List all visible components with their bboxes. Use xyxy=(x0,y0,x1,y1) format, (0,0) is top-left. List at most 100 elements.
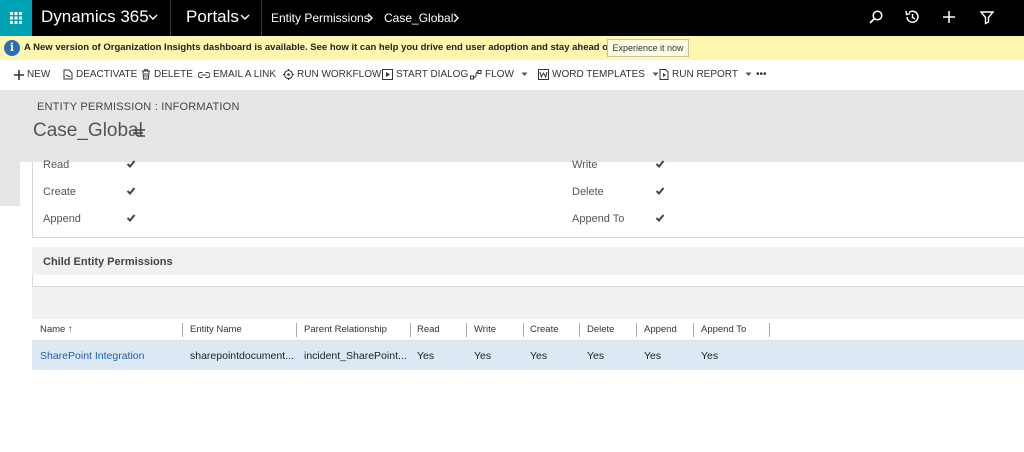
flow-menu-button[interactable]: FLOW xyxy=(470,69,528,80)
breadcrumb-chevron-right-icon xyxy=(367,13,373,23)
more-commands-label: ••• xyxy=(756,69,767,80)
new-label: NEW xyxy=(27,69,51,80)
column-divider[interactable] xyxy=(182,323,183,337)
run-workflow-label: RUN WORKFLOW xyxy=(297,69,382,80)
column-divider[interactable] xyxy=(579,323,580,337)
deactivate-button[interactable]: DEACTIVATE xyxy=(63,69,137,80)
deactivate-icon xyxy=(63,69,73,80)
plus-icon xyxy=(14,69,24,80)
start-dialog-label: START DIALOG xyxy=(396,69,469,80)
column-divider[interactable] xyxy=(636,323,637,337)
filter-icon[interactable] xyxy=(979,9,995,25)
column-header-append-to[interactable]: Append To xyxy=(701,324,746,335)
search-icon[interactable] xyxy=(868,9,884,25)
breadcrumb-entity-permissions[interactable]: Entity Permissions xyxy=(271,11,370,25)
append-to-checkbox[interactable] xyxy=(655,213,665,223)
column-header-append[interactable]: Append xyxy=(644,324,677,335)
column-header-write[interactable]: Write xyxy=(474,324,496,335)
column-header-read[interactable]: Read xyxy=(417,324,440,335)
column-header-name[interactable]: Name ↑ xyxy=(40,324,73,335)
column-header-parent-relationship[interactable]: Parent Relationship xyxy=(304,324,387,335)
info-icon: i xyxy=(4,40,20,56)
link-icon xyxy=(198,71,210,78)
breadcrumb-record[interactable]: Case_Global xyxy=(384,11,453,25)
run-workflow-button[interactable]: RUN WORKFLOW xyxy=(283,69,381,80)
subgrid-blank-area xyxy=(32,275,1024,287)
subgrid-toolbar xyxy=(32,287,1024,319)
child-entity-permissions-header: Child Entity Permissions xyxy=(32,247,1024,275)
app-title[interactable]: Dynamics 365 xyxy=(41,7,149,27)
notification-banner: i A New version of Organization Insights… xyxy=(0,36,1024,60)
area-chevron-down-icon[interactable] xyxy=(240,12,250,22)
table-row[interactable]: SharePoint Integration sharepointdocumen… xyxy=(32,341,1024,370)
run-report-label: RUN REPORT xyxy=(672,69,738,80)
trash-icon xyxy=(142,69,150,80)
word-templates-menu-button[interactable]: WORD TEMPLATES xyxy=(538,69,659,80)
delete-button[interactable]: DELETE xyxy=(141,69,193,80)
banner-message: A New version of Organization Insights d… xyxy=(24,42,685,53)
form-header: ENTITY PERMISSION : INFORMATION Case_Glo… xyxy=(0,90,1024,162)
write-checkbox[interactable] xyxy=(655,159,665,169)
child-entity-permissions-title: Child Entity Permissions xyxy=(43,256,173,268)
recent-history-icon[interactable] xyxy=(904,9,920,25)
command-bar: NEW DEACTIVATE DELETE EMAIL A LINK RUN W… xyxy=(0,60,1024,90)
cell-append: Yes xyxy=(644,350,662,362)
left-rail xyxy=(0,162,20,206)
delete-label: Delete xyxy=(572,186,604,198)
create-label: Create xyxy=(43,186,77,198)
plus-icon[interactable] xyxy=(941,9,957,25)
cell-delete: Yes xyxy=(587,350,605,362)
caret-down-icon xyxy=(521,72,528,76)
column-divider[interactable] xyxy=(296,323,297,337)
read-checkbox[interactable] xyxy=(126,159,136,169)
workflow-icon xyxy=(283,69,294,80)
form-selector-label[interactable]: ENTITY PERMISSION : INFORMATION xyxy=(37,101,240,113)
word-template-icon xyxy=(538,69,549,80)
delete-label: DELETE xyxy=(154,69,193,80)
report-icon xyxy=(659,69,669,80)
subgrid-column-headers: Name ↑ Entity Name Parent Relationship R… xyxy=(32,319,1024,341)
cell-entity-name: sharepointdocument... xyxy=(190,350,294,362)
app-chevron-down-icon[interactable] xyxy=(148,12,158,22)
nav-divider xyxy=(170,0,171,36)
column-header-entity-name[interactable]: Entity Name xyxy=(190,324,242,335)
column-header-create[interactable]: Create xyxy=(530,324,559,335)
cell-parent-relationship: incident_SharePoint... xyxy=(304,350,407,362)
column-divider[interactable] xyxy=(769,323,770,337)
app-launcher-button[interactable] xyxy=(0,0,32,36)
record-title: Case_Global xyxy=(33,120,143,141)
waffle-icon xyxy=(10,12,22,24)
experience-it-now-button[interactable]: Experience it now xyxy=(607,39,689,57)
caret-down-icon xyxy=(745,72,752,76)
caret-down-icon xyxy=(652,72,659,76)
create-checkbox[interactable] xyxy=(126,186,136,196)
record-menu-icon[interactable] xyxy=(133,129,146,137)
flow-label: FLOW xyxy=(485,69,514,80)
deactivate-label: DEACTIVATE xyxy=(76,69,138,80)
cell-name-link[interactable]: SharePoint Integration xyxy=(40,350,180,362)
append-checkbox[interactable] xyxy=(126,213,136,223)
start-dialog-icon xyxy=(382,69,393,80)
delete-checkbox[interactable] xyxy=(655,186,665,196)
column-divider[interactable] xyxy=(410,323,411,337)
email-a-link-button[interactable]: EMAIL A LINK xyxy=(198,69,276,80)
cell-write: Yes xyxy=(474,350,492,362)
append-label: Append xyxy=(43,213,81,225)
more-commands-button[interactable]: ••• xyxy=(756,69,767,80)
column-divider[interactable] xyxy=(523,323,524,337)
top-navigation-bar: Dynamics 365 Portals Entity Permissions … xyxy=(0,0,1024,36)
flow-icon xyxy=(470,69,482,79)
new-button[interactable]: NEW xyxy=(14,69,50,80)
area-title[interactable]: Portals xyxy=(186,7,239,27)
breadcrumb-chevron-right-icon[interactable] xyxy=(452,13,460,23)
column-divider[interactable] xyxy=(466,323,467,337)
run-report-menu-button[interactable]: RUN REPORT xyxy=(659,69,752,80)
cell-create: Yes xyxy=(530,350,548,362)
start-dialog-button[interactable]: START DIALOG xyxy=(382,69,468,80)
permissions-section: Read Create Append Write Delete Append T… xyxy=(32,159,1024,238)
word-templates-label: WORD TEMPLATES xyxy=(552,69,645,80)
column-divider[interactable] xyxy=(693,323,694,337)
append-to-label: Append To xyxy=(572,213,625,225)
column-header-delete[interactable]: Delete xyxy=(587,324,614,335)
nav-divider xyxy=(261,0,262,36)
